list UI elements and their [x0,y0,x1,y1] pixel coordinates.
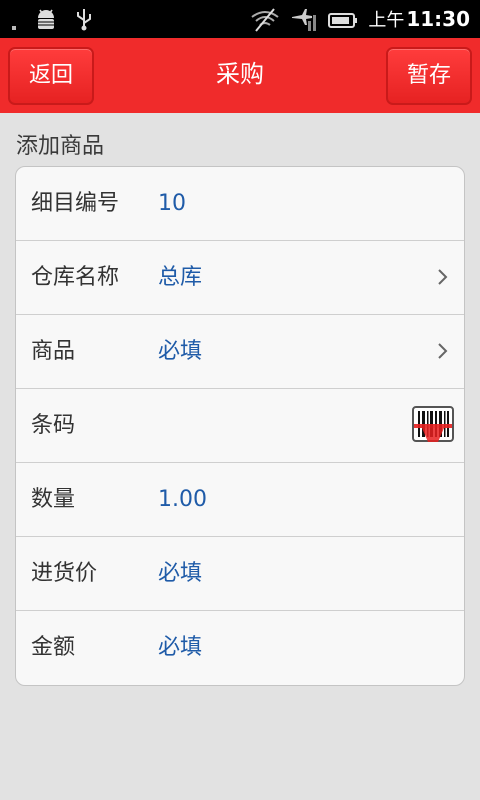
row-amount[interactable]: 金额 必填 [16,611,464,684]
usb-icon [74,6,94,32]
warehouse-value[interactable]: 总库 [158,241,202,314]
row-item-number[interactable]: 细目编号 10 [16,167,464,241]
airplane-signal-icon [290,7,318,33]
row-label: 商品 [31,339,76,364]
quantity-value[interactable]: 1.00 [158,463,207,536]
row-label: 进货价 [31,561,98,586]
form-card: 细目编号 10 仓库名称 总库 商品 必填 条码 数量 1.00 进货价 必填 … [15,166,465,686]
row-barcode[interactable]: 条码 [16,389,464,463]
row-label: 数量 [31,487,76,512]
barcode-scan-icon[interactable] [412,406,454,446]
title-bar: 采购 返回 暂存 [0,38,480,113]
signal-dot-icon [10,6,18,32]
row-label: 细目编号 [31,191,120,216]
back-button[interactable]: 返回 [8,47,94,105]
wifi-off-icon [250,7,280,33]
chevron-right-icon [436,267,450,287]
status-bar: 上午 11:30 [0,0,480,38]
purchase-price-value[interactable]: 必填 [158,537,202,610]
row-label: 仓库名称 [31,265,120,290]
status-time: 上午 11:30 [368,7,470,31]
battery-icon [328,7,358,33]
section-title: 添加商品 [16,134,105,159]
row-product[interactable]: 商品 必填 [16,315,464,389]
row-quantity[interactable]: 数量 1.00 [16,463,464,537]
row-warehouse[interactable]: 仓库名称 总库 [16,241,464,315]
product-value[interactable]: 必填 [158,315,202,388]
chevron-right-icon [436,341,450,361]
row-label: 金额 [31,635,76,660]
save-draft-button[interactable]: 暂存 [386,47,472,105]
amount-value[interactable]: 必填 [158,611,202,684]
item-number-value[interactable]: 10 [158,167,186,240]
row-purchase-price[interactable]: 进货价 必填 [16,537,464,611]
row-label: 条码 [31,413,76,438]
android-debug-icon [34,6,58,32]
